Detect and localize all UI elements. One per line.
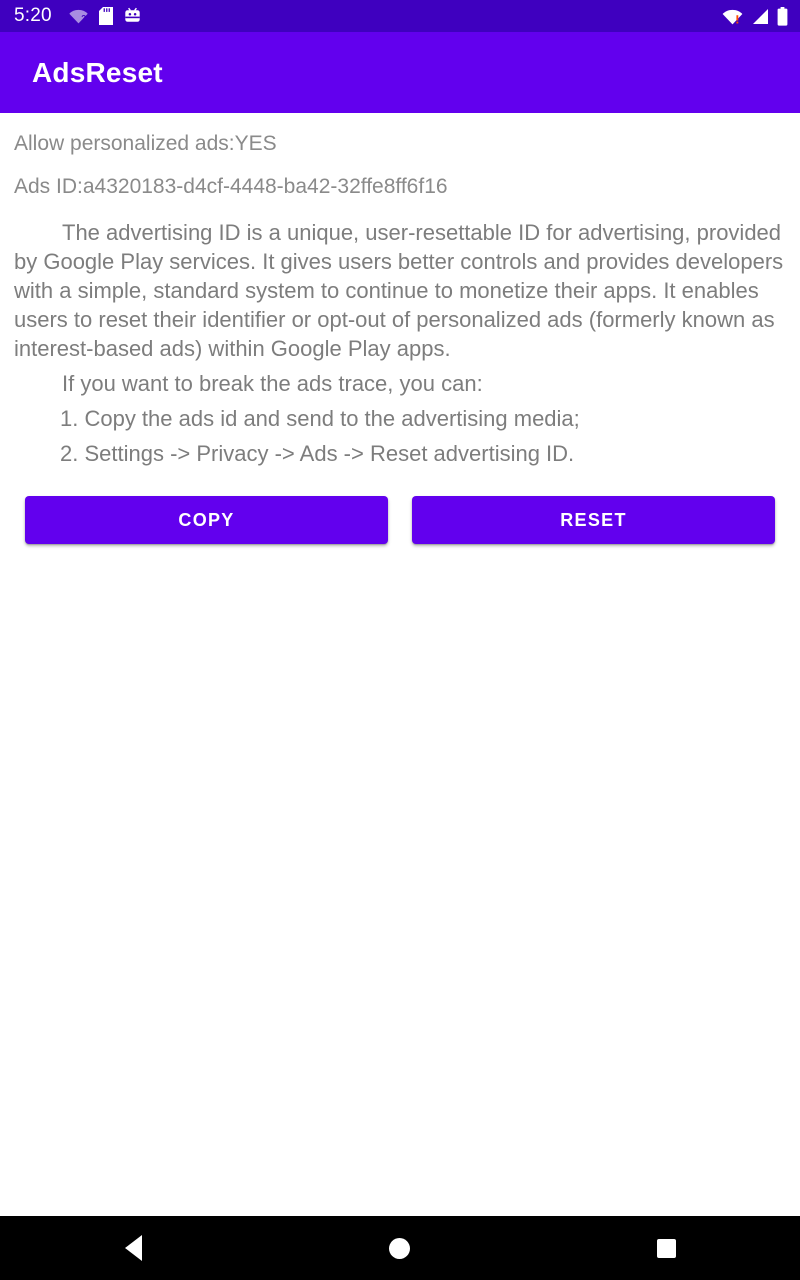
adb-icon xyxy=(124,7,141,25)
advertising-id-description: The advertising ID is a unique, user-res… xyxy=(14,220,784,361)
status-bar-right-icons xyxy=(722,6,788,26)
cellular-signal-icon xyxy=(751,8,769,25)
sd-card-icon xyxy=(98,7,113,25)
phone-screen: 5:20 ? AdsReset Allow personalized ads:Y… xyxy=(0,0,800,1280)
svg-text:?: ? xyxy=(81,14,86,23)
status-clock: 5:20 xyxy=(14,5,52,26)
recents-square-icon xyxy=(657,1238,677,1258)
android-navigation-bar xyxy=(0,1216,800,1280)
home-circle-icon xyxy=(389,1237,411,1259)
home-button[interactable] xyxy=(340,1216,460,1280)
recents-button[interactable] xyxy=(607,1216,727,1280)
page-title: AdsReset xyxy=(32,56,163,88)
copy-button[interactable]: COPY xyxy=(25,496,388,544)
break-trace-step-1: 1. Copy the ads id and send to the adver… xyxy=(60,406,580,431)
break-trace-step-2: 2. Settings -> Privacy -> Ads -> Reset a… xyxy=(60,441,575,466)
personalized-ads-status: Allow personalized ads:YES xyxy=(14,132,277,155)
back-triangle-icon xyxy=(124,1235,142,1261)
battery-icon xyxy=(777,6,788,26)
wifi-unknown-icon: ? xyxy=(69,8,88,24)
ads-id-value: Ads ID:a4320183-d4cf-4448-ba42-32ffe8ff6… xyxy=(14,175,448,198)
main-content: Allow personalized ads:YES Ads ID:a43201… xyxy=(0,113,800,1216)
wifi-warning-icon xyxy=(722,8,743,25)
reset-button[interactable]: RESET xyxy=(412,496,775,544)
status-bar-left-icons: ? xyxy=(69,7,141,25)
break-trace-intro: If you want to break the ads trace, you … xyxy=(62,371,483,396)
back-button[interactable] xyxy=(73,1216,193,1280)
action-button-row: COPY RESET xyxy=(14,496,786,544)
app-bar: AdsReset xyxy=(0,32,800,113)
status-bar: 5:20 ? xyxy=(0,0,800,32)
